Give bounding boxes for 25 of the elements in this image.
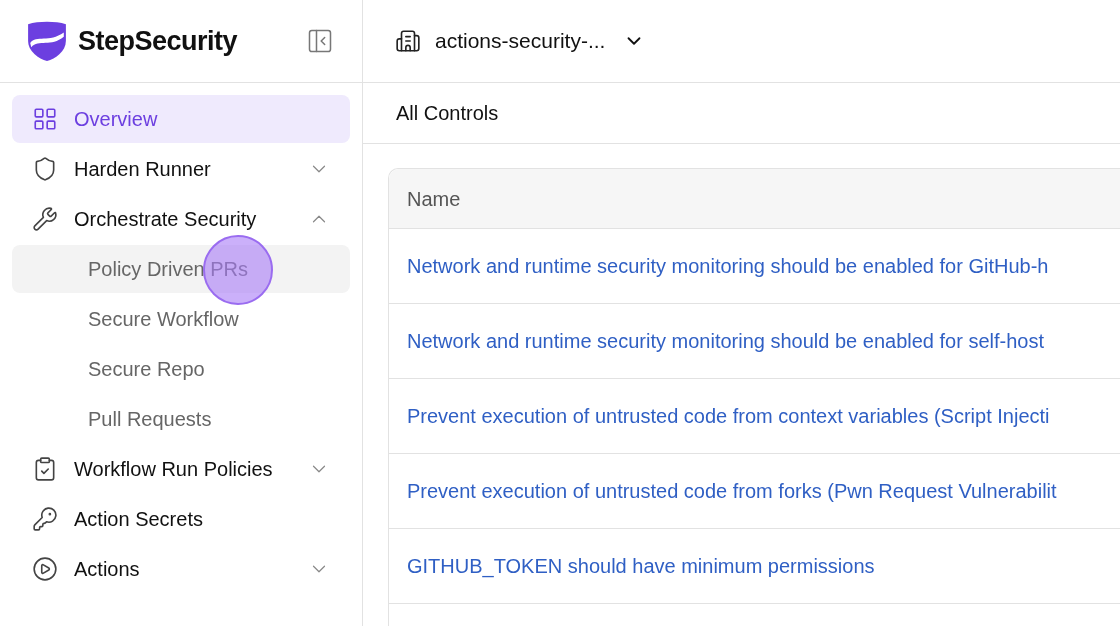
control-link[interactable]: Network and runtime security monitoring should be enabled for GitHub-h <box>407 251 1049 281</box>
collapse-sidebar-button[interactable] <box>306 27 334 55</box>
grid-icon <box>32 106 58 132</box>
brand-name: StepSecurity <box>78 24 238 58</box>
nav-item[interactable]: Overview <box>12 95 350 143</box>
nav-item[interactable]: Action Secrets <box>12 495 350 543</box>
control-link[interactable]: Prevent execution of untrusted code from context variables (Script Injecti <box>407 401 1050 431</box>
shield-logo-icon <box>26 20 68 62</box>
column-header: Name <box>407 186 461 212</box>
org-selector[interactable]: actions-security-... <box>435 25 646 57</box>
play-circle-icon <box>32 556 58 582</box>
page-title: All Controls <box>396 101 499 126</box>
control-link[interactable]: Prevent execution of untrusted code from forks (Pwn Request Vulnerabilit <box>407 476 1057 506</box>
key-icon <box>32 506 58 532</box>
building-icon <box>395 28 421 54</box>
nav-item[interactable]: Workflow Run Policies <box>12 445 350 493</box>
nav-subitem[interactable]: Secure Repo <box>12 345 350 393</box>
control-link[interactable]: GITHUB_TOKEN should have minimum permissions <box>407 551 875 581</box>
nav-item[interactable]: Actions <box>12 545 350 593</box>
nav-subitem[interactable]: Secure Workflow <box>12 295 350 343</box>
nav-item[interactable]: Orchestrate Security <box>12 195 350 243</box>
control-link[interactable]: Network and runtime security monitoring should be enabled for self-host <box>407 326 1044 356</box>
nav-subitem[interactable]: Pull Requests <box>12 395 350 443</box>
wrench-icon <box>32 206 58 232</box>
nav-item[interactable]: Harden Runner <box>12 145 350 193</box>
